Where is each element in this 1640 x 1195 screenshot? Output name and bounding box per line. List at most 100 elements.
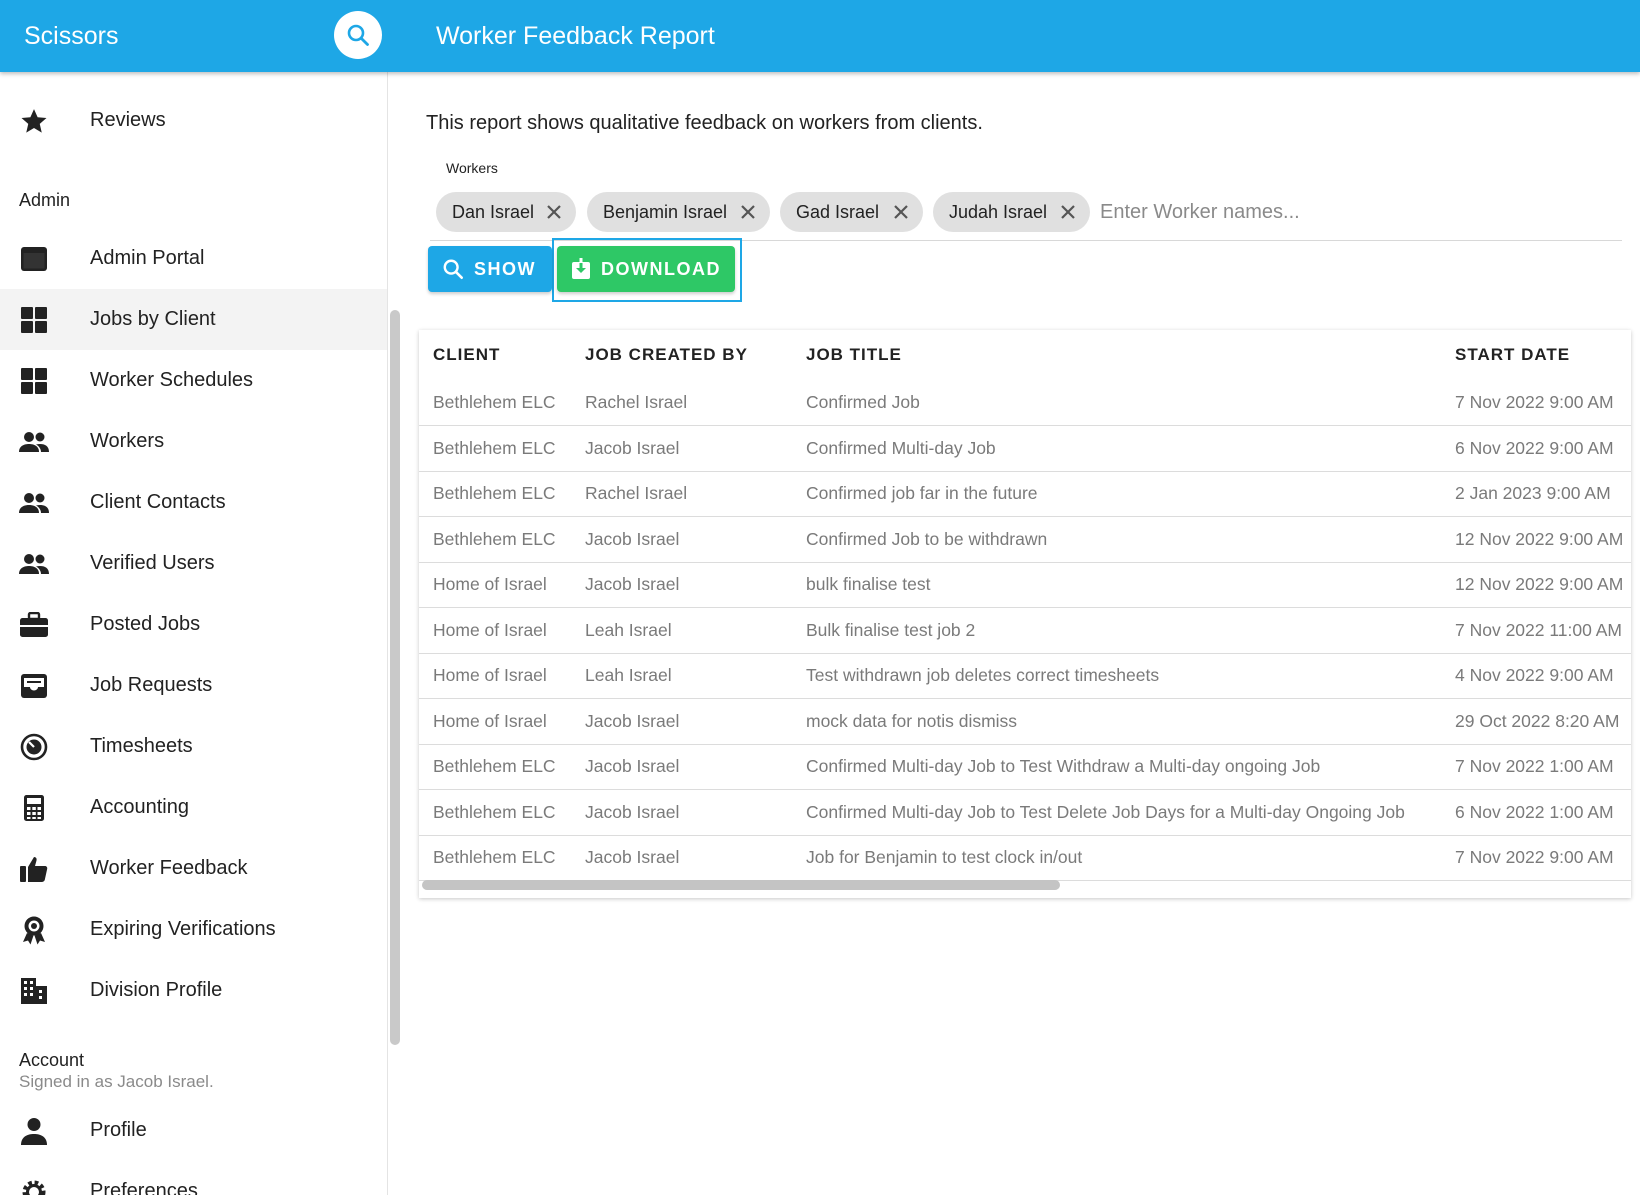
download-button-label: DOWNLOAD (601, 258, 721, 279)
table-row[interactable]: Home of Israel Leah Israel Test withdrawn … (419, 653, 1631, 699)
cell-job-created-by: Jacob Israel (585, 574, 680, 594)
table-row[interactable]: Bethlehem ELC Jacob Israel Confirmed Job t… (419, 517, 1631, 563)
cell-start-date: 7 Nov 2022 11:00 AM (1455, 619, 1623, 640)
main-content: This report shows qualitative feedback o… (405, 72, 1640, 1195)
close-icon[interactable] (891, 202, 911, 222)
people-icon (19, 488, 49, 518)
cell-job-created-by: Jacob Israel (585, 437, 680, 458)
column-header-job-title[interactable]: JOB TITLE (806, 330, 902, 380)
column-header-client[interactable]: CLIENT (433, 330, 500, 380)
worker-chip-label: Benjamin Israel (603, 201, 728, 222)
cell-job-title: Confirmed Multi-day Job (806, 437, 996, 458)
cell-job-created-by: Jacob Israel (585, 528, 680, 549)
cell-start-date: 6 Nov 2022 9:00 AM (1455, 437, 1614, 458)
sidebar-item-client-contacts[interactable]: Client Contacts (0, 472, 387, 533)
table-row[interactable]: Home of Israel Leah Israel Bulk finalise t… (419, 608, 1631, 654)
download-button[interactable]: DOWNLOAD (557, 246, 735, 292)
sidebar-item-division-profile[interactable]: Division Profile (0, 960, 387, 1021)
grid-icon (19, 366, 49, 396)
cell-client: Bethlehem ELC (433, 392, 556, 412)
sidebar-item-posted-jobs[interactable]: Posted Jobs (0, 594, 387, 655)
table-row[interactable]: Bethlehem ELC Rachel Israel Confirmed Job 7… (419, 380, 1631, 426)
sidebar-item-reviews[interactable]: Reviews (0, 90, 387, 151)
cell-job-title: Confirmed job far in the future (806, 483, 1038, 503)
sidebar-item-worker-feedback[interactable]: Worker Feedback (0, 838, 387, 899)
column-header-start-date[interactable]: START DATE (1455, 330, 1570, 380)
cell-start-date: 2 Jan 2023 9:00 AM (1455, 483, 1611, 503)
show-button-label: SHOW (474, 258, 536, 279)
person-icon (19, 1116, 49, 1146)
sidebar-item-label: Client Contacts (90, 491, 226, 513)
admin-section-label: Admin (19, 190, 71, 210)
search-button[interactable] (334, 11, 382, 59)
close-icon[interactable] (544, 202, 564, 222)
sidebar-item-timesheets[interactable]: Timesheets (0, 716, 387, 777)
table-row[interactable]: Bethlehem ELC Jacob Israel Confirmed Multi… (419, 744, 1631, 790)
cell-job-created-by: Leah Israel (585, 619, 672, 640)
calculator-icon (19, 793, 49, 823)
timer-icon (19, 732, 49, 762)
cell-job-created-by: Jacob Israel (585, 801, 680, 822)
column-header-job-created-by[interactable]: JOB CREATED BY (585, 330, 748, 380)
close-icon[interactable] (738, 202, 758, 222)
sidebar-item-admin-portal[interactable]: Admin Portal (0, 228, 387, 289)
sidebar-scrollbar[interactable] (390, 310, 400, 1045)
sidebar-item-label: Reviews (90, 109, 166, 131)
table-row[interactable]: Bethlehem ELC Jacob Israel Job for Benjami… (419, 835, 1631, 881)
sidebar-item-verified-users[interactable]: Verified Users (0, 533, 387, 594)
cell-job-created-by: Jacob Israel (585, 710, 680, 731)
sidebar: Reviews Admin Admin Portal Jobs by Clien… (0, 72, 388, 1195)
show-button[interactable]: SHOW (428, 246, 552, 292)
sidebar-item-preferences[interactable]: Preferences (0, 1161, 387, 1195)
cell-start-date: 7 Nov 2022 9:00 AM (1455, 392, 1614, 412)
close-icon[interactable] (1058, 202, 1078, 222)
sidebar-item-accounting[interactable]: Accounting (0, 777, 387, 838)
cell-start-date: 12 Nov 2022 9:00 AM (1455, 528, 1624, 549)
page-title: Worker Feedback Report (436, 22, 715, 50)
cell-client: Bethlehem ELC (433, 528, 556, 549)
worker-names-input[interactable] (1100, 194, 1500, 230)
sidebar-item-expiring-verifications[interactable]: Expiring Verifications (0, 899, 387, 960)
sidebar-item-label: Timesheets (90, 735, 193, 757)
table-row[interactable]: Home of Israel Jacob Israel mock data for … (419, 699, 1631, 745)
sidebar-item-job-requests[interactable]: Job Requests (0, 655, 387, 716)
building-icon (19, 976, 49, 1006)
cell-client: Bethlehem ELC (433, 437, 556, 458)
cell-start-date: 7 Nov 2022 1:00 AM (1455, 756, 1614, 776)
worker-chip: Gad Israel (780, 192, 923, 232)
table-horizontal-scrollbar[interactable] (422, 880, 1060, 890)
sidebar-item-worker-schedules[interactable]: Worker Schedules (0, 350, 387, 411)
cell-job-title: Bulk finalise test job 2 (806, 619, 976, 640)
star-icon (19, 106, 49, 136)
sidebar-item-profile[interactable]: Profile (0, 1100, 387, 1161)
sidebar-item-workers[interactable]: Workers (0, 411, 387, 472)
cell-client: Bethlehem ELC (433, 847, 556, 867)
search-icon (443, 259, 463, 279)
gear-icon (19, 1177, 49, 1195)
account-section-label: Account (19, 1050, 85, 1070)
cell-start-date: 7 Nov 2022 9:00 AM (1455, 847, 1614, 867)
table-row[interactable]: Home of Israel Jacob Israel bulk finalise … (419, 562, 1631, 608)
sidebar-item-label: Posted Jobs (90, 613, 201, 635)
sidebar-item-label: Worker Schedules (90, 369, 254, 391)
sidebar-item-label: Job Requests (90, 674, 213, 696)
cell-client: Bethlehem ELC (433, 483, 556, 503)
worker-chip: Dan Israel (436, 192, 576, 232)
people-icon (19, 427, 49, 457)
people-icon (19, 549, 49, 579)
cell-job-created-by: Jacob Israel (585, 847, 680, 867)
cell-job-title: bulk finalise test (806, 574, 931, 594)
worker-chip-label: Gad Israel (796, 201, 880, 222)
sidebar-item-label: Worker Feedback (90, 857, 248, 879)
table-row[interactable]: Bethlehem ELC Rachel Israel Confirmed job … (419, 471, 1631, 517)
workers-field-label: Workers (446, 160, 498, 176)
table-row[interactable]: Bethlehem ELC Jacob Israel Confirmed Multi… (419, 426, 1631, 472)
table-row[interactable]: Bethlehem ELC Jacob Israel Confirmed Multi… (419, 790, 1631, 836)
sidebar-item-label: Jobs by Client (90, 308, 216, 330)
cell-start-date: 6 Nov 2022 1:00 AM (1455, 801, 1614, 822)
window-icon (19, 244, 49, 274)
briefcase-icon (19, 610, 49, 640)
app-brand[interactable]: Scissors (24, 0, 118, 72)
cell-client: Bethlehem ELC (433, 756, 556, 776)
sidebar-item-jobs-by-client[interactable]: Jobs by Client (0, 289, 387, 350)
